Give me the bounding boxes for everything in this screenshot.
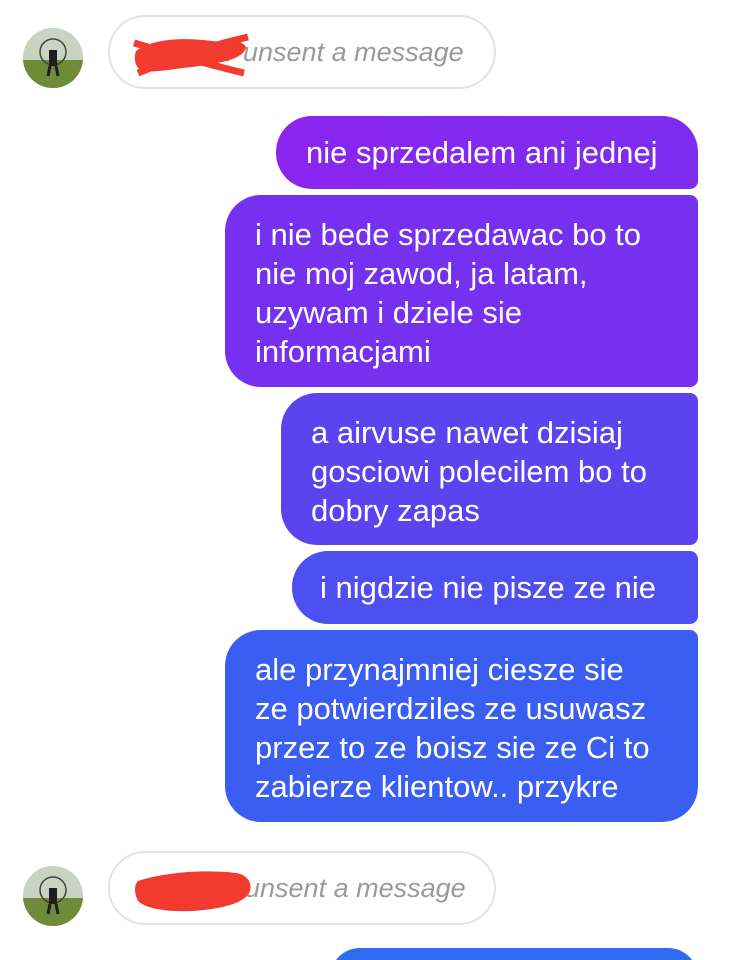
unsent-notice-text: unsent a message [245, 873, 466, 903]
paramotor-photo-icon [23, 866, 83, 926]
unsent-notice-text: v unsent a message [222, 37, 464, 67]
message-thread[interactable]: v unsent a message nie sprzedalem ani je… [0, 0, 750, 960]
sent-message[interactable]: ale przynajmniej ciesze sie ze potwierdz… [225, 630, 698, 822]
redaction-scribble [135, 871, 251, 912]
contact-avatar[interactable] [23, 28, 83, 88]
sent-message[interactable]: i nie bede sprzedawac bo to nie moj zawo… [225, 195, 698, 387]
sent-message[interactable]: nie sprzedalem ani jednej [276, 116, 698, 189]
unsent-message-notice: unsent a message [108, 851, 496, 925]
redaction-scribble [133, 33, 249, 77]
sent-message-partial[interactable] [330, 948, 698, 960]
paramotor-photo-icon [23, 28, 83, 88]
sent-message[interactable]: a airvuse nawet dzisiaj gosciowi polecil… [281, 393, 698, 545]
contact-avatar[interactable] [23, 866, 83, 926]
sent-message[interactable]: i nigdzie nie pisze ze nie [292, 551, 698, 624]
unsent-message-notice: v unsent a message [108, 15, 496, 89]
